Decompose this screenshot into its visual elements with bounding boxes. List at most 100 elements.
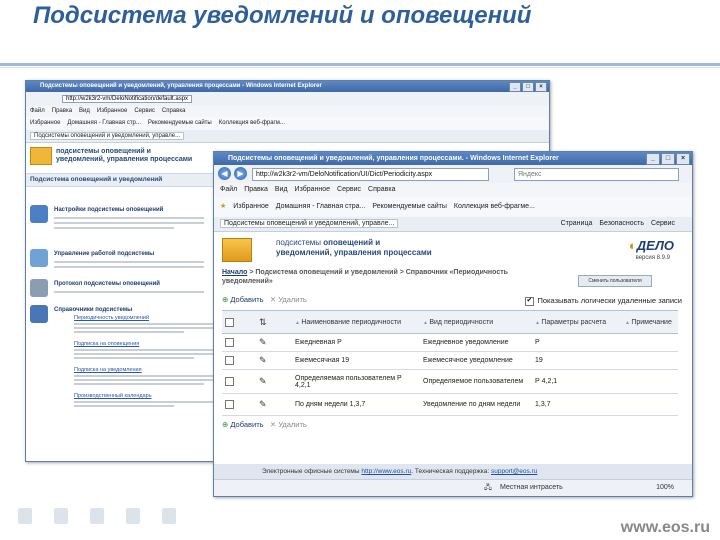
edit-icon[interactable]: ✎ — [256, 351, 292, 370]
table-row[interactable]: ✎ Определяемая пользователем Р 4,2,1 Опр… — [222, 369, 678, 394]
menu-tools[interactable]: Сервис — [337, 183, 361, 197]
footer-support-link[interactable]: support@eos.ru — [491, 468, 537, 475]
col-name[interactable]: Наименование периодичности — [292, 310, 420, 334]
section-dictionaries-link[interactable]: Справочники подсистемы — [54, 307, 132, 313]
show-deleted-checkbox[interactable] — [525, 296, 535, 306]
favorites-button[interactable]: Избранное — [30, 117, 60, 130]
cell-params: 1,3,7 — [532, 393, 622, 416]
link-alert-subscription[interactable]: Подписка на оповещения — [74, 341, 214, 347]
section-protocol[interactable]: Протокол подсистемы оповещений — [30, 279, 220, 305]
address-input[interactable]: http://w2k3r2-vm/DeloNotification/UI/Dic… — [252, 168, 489, 181]
link-notification-subscription[interactable]: Подписка на уведомления — [74, 367, 214, 373]
section-settings-link[interactable]: Настройки подсистемы оповещений — [54, 207, 163, 213]
menu-help[interactable]: Справка — [162, 106, 186, 117]
row-checkbox[interactable] — [225, 377, 234, 386]
row-select[interactable] — [222, 393, 256, 416]
back-tab-bar: Подсистемы оповещений и уведомлений, упр… — [26, 130, 549, 143]
row-select[interactable] — [222, 333, 256, 352]
section-management[interactable]: Управление работой подсистемы — [30, 249, 220, 275]
fav-home[interactable]: Домашняя - Главная стра... — [276, 197, 366, 217]
menu-favorites[interactable]: Избранное — [97, 106, 127, 117]
bottom-toolbar: ⊕ Добавить ✕ Удалить — [222, 420, 307, 429]
back-window-titlebar[interactable]: Подсистемы оповещений и уведомлений, упр… — [26, 81, 549, 92]
dict-calendar[interactable]: Производственный календарь — [74, 393, 214, 407]
front-window-titlebar[interactable]: Подсистемы оповещений и уведомлений, упр… — [214, 152, 692, 165]
menu-file[interactable]: Файл — [30, 106, 45, 117]
delete-button[interactable]: Удалить — [278, 295, 307, 304]
link-production-calendar[interactable]: Производственный календарь — [74, 393, 214, 399]
dict-notifications[interactable]: Подписка на уведомления — [74, 367, 214, 385]
link-periodicity[interactable]: Периодичность уведомлений — [74, 315, 214, 321]
row-select[interactable] — [222, 369, 256, 394]
delete-button-bottom[interactable]: Удалить — [278, 420, 307, 429]
menu-view[interactable]: Вид — [79, 106, 90, 117]
change-user-button[interactable]: Сменить пользователя — [578, 275, 652, 287]
row-select[interactable] — [222, 351, 256, 370]
dict-periodicity[interactable]: Периодичность уведомлений — [74, 315, 214, 333]
envelope-logo-icon — [30, 147, 52, 165]
row-checkbox[interactable] — [225, 338, 234, 347]
menu-edit[interactable]: Правка — [52, 106, 72, 117]
col-note[interactable]: Примечание — [622, 310, 678, 334]
fav-gallery[interactable]: Коллекция веб-фрагме... — [454, 197, 535, 217]
front-tab[interactable]: Подсистемы оповещений и уведомлений, упр… — [220, 219, 399, 228]
close-button[interactable]: × — [535, 82, 547, 92]
fav-gallery[interactable]: Коллекция веб-фрагм... — [219, 117, 285, 130]
table-row[interactable]: ✎ Ежедневная Р Ежедневное уведомление Р — [222, 333, 678, 352]
status-bar: 🖧 Местная интрасеть 100% — [214, 479, 692, 496]
add-button[interactable]: Добавить — [230, 295, 263, 304]
fav-suggested[interactable]: Рекомендуемые сайты — [372, 197, 446, 217]
page-menu[interactable]: Страница — [561, 217, 593, 231]
delo-text: ДЕЛО — [636, 238, 674, 253]
maximize-button[interactable]: □ — [522, 82, 534, 92]
zoom-control[interactable]: 100% — [656, 480, 674, 496]
menu-view[interactable]: Вид — [275, 183, 288, 197]
dict-alerts[interactable]: Подписка на оповещения — [74, 341, 214, 359]
row-checkbox[interactable] — [225, 400, 234, 409]
fav-home[interactable]: Домашняя - Главная стр... — [67, 117, 140, 130]
section-protocol-link[interactable]: Протокол подсистемы оповещений — [54, 281, 160, 287]
cell-kind: Определяемое пользователем — [420, 369, 532, 394]
edit-icon[interactable]: ✎ — [256, 369, 292, 394]
show-deleted-toggle[interactable]: Показывать логически удаленные записи — [525, 296, 682, 306]
sort-icon[interactable]: ⇅ — [256, 310, 292, 334]
footer-site-link[interactable]: http://www.eos.ru — [361, 468, 411, 475]
menu-edit[interactable]: Правка — [244, 183, 268, 197]
fav-suggested[interactable]: Рекомендуемые сайты — [148, 117, 212, 130]
breadcrumb-home[interactable]: Начало — [222, 269, 247, 276]
back-arrow-icon[interactable]: ◀ — [218, 167, 231, 180]
select-all-checkbox[interactable] — [225, 317, 234, 327]
menu-favorites[interactable]: Избранное — [295, 183, 330, 197]
forward-arrow-icon[interactable]: ▶ — [234, 167, 247, 180]
table-row[interactable]: ✎ Ежемесячная 19 Ежемесячное уведомление… — [222, 351, 678, 370]
col-params[interactable]: Параметры расчета — [532, 310, 622, 334]
security-menu[interactable]: Безопасность — [599, 217, 644, 231]
section-management-link[interactable]: Управление работой подсистемы — [54, 251, 154, 257]
table-row[interactable]: ✎ По дням недели 1,3,7 Уведомление по дн… — [222, 393, 678, 416]
menu-file[interactable]: Файл — [220, 183, 237, 197]
menu-tools[interactable]: Сервис — [134, 106, 155, 117]
edit-icon[interactable]: ✎ — [256, 333, 292, 352]
edit-icon[interactable]: ✎ — [256, 393, 292, 416]
cell-name: По дням недели 1,3,7 — [292, 393, 420, 416]
footer-text: Электронные офисные системы — [262, 468, 360, 475]
select-all-cell[interactable] — [222, 310, 256, 334]
cell-name: Определяемая пользователем Р 4,2,1 — [292, 369, 420, 394]
front-browser-window[interactable]: Подсистемы оповещений и уведомлений, упр… — [213, 151, 693, 497]
tools-menu[interactable]: Сервис — [651, 217, 675, 231]
col-kind[interactable]: Вид периодичности — [420, 310, 532, 334]
section-settings[interactable]: Настройки подсистемы оповещений — [30, 205, 220, 245]
version-label: версия 8.9.9 — [635, 255, 670, 261]
cell-kind: Ежемесячное уведомление — [420, 351, 532, 370]
minimize-button[interactable]: _ — [646, 153, 660, 165]
search-input[interactable]: Яндекс — [514, 168, 679, 181]
menu-help[interactable]: Справка — [368, 183, 395, 197]
favorites-button[interactable]: Избранное — [233, 197, 268, 217]
close-button[interactable]: × — [676, 153, 690, 165]
minimize-button[interactable]: _ — [509, 82, 521, 92]
add-button-bottom[interactable]: Добавить — [230, 420, 263, 429]
back-address-input[interactable]: http://w2k3r2-vm/DeloNotification/defaul… — [62, 95, 193, 103]
back-tab[interactable]: Подсистемы оповещений и уведомлений, упр… — [30, 132, 185, 140]
maximize-button[interactable]: □ — [661, 153, 675, 165]
row-checkbox[interactable] — [225, 356, 234, 365]
